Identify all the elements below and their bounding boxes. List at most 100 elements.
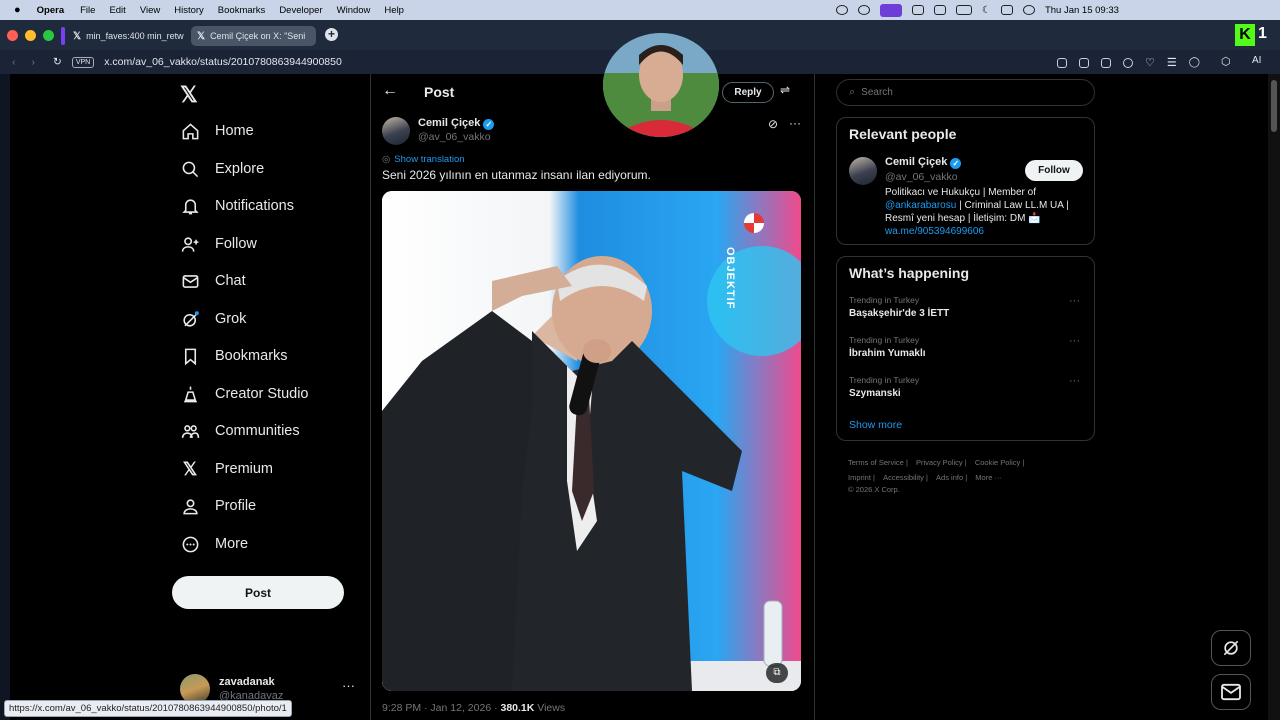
nav-home[interactable]: Home <box>180 113 254 149</box>
search-input[interactable] <box>861 87 1062 98</box>
clock[interactable]: Thu Jan 15 09:33 <box>1045 5 1119 16</box>
nav-premium[interactable]: 𝕏 Premium <box>180 451 273 487</box>
footer-separator: | <box>965 473 968 482</box>
trend-item[interactable]: Trending in Turkey Başakşehir'de 3 İETT … <box>837 295 1094 329</box>
menu-edit[interactable]: Edit <box>109 5 125 16</box>
profile-icon[interactable]: ◯ <box>1189 57 1200 68</box>
trend-name: İbrahim Yumaklı <box>849 348 926 359</box>
post-button[interactable]: Post <box>172 576 344 609</box>
heart-icon[interactable]: ♡ <box>1145 56 1155 69</box>
author-name-row[interactable]: Cemil Çiçek ✓ <box>418 117 495 130</box>
grok-analyze-icon[interactable]: ⊘ <box>768 117 778 131</box>
status-icon-2[interactable] <box>858 5 870 15</box>
footer-link-accessibility[interactable]: Accessibility <box>883 473 924 482</box>
menu-bookmarks[interactable]: Bookmarks <box>218 5 266 16</box>
follow-button[interactable]: Follow <box>1025 160 1083 181</box>
menu-help[interactable]: Help <box>384 5 404 16</box>
nav-notifications[interactable]: Notifications <box>180 188 294 224</box>
status-icon-3[interactable] <box>880 3 902 17</box>
footer-link-ads[interactable]: Ads info <box>936 473 963 482</box>
status-icon-5[interactable] <box>934 5 946 15</box>
show-more-link[interactable]: Show more <box>849 419 902 431</box>
close-window-button[interactable] <box>7 30 18 41</box>
bio-mention-link[interactable]: @ankarabarosu <box>885 200 956 211</box>
translate-row[interactable]: ◎ Show translation <box>382 154 465 165</box>
post-timestamp[interactable]: 9:28 PM · Jan 12, 2026 · <box>382 702 500 714</box>
person-avatar[interactable] <box>849 157 877 185</box>
menu-app-name[interactable]: Opera <box>37 5 64 16</box>
person-handle[interactable]: @av_06_vakko <box>885 171 958 183</box>
nav-communities[interactable]: Communities <box>180 413 300 449</box>
zoom-window-button[interactable] <box>43 30 54 41</box>
page-scrollbar-thumb[interactable] <box>1271 80 1277 132</box>
minimize-window-button[interactable] <box>25 30 36 41</box>
control-center-icon[interactable] <box>1000 5 1013 15</box>
trend-more-icon[interactable]: ··· <box>1069 295 1080 307</box>
new-tab-button[interactable]: + <box>325 28 338 41</box>
footer-link-cookie[interactable]: Cookie Policy <box>975 458 1020 467</box>
post-more-icon[interactable]: ··· <box>789 116 801 130</box>
footer-link-more[interactable]: More ··· <box>975 473 1002 482</box>
tool-icon-1[interactable] <box>1057 57 1067 68</box>
nav-grok[interactable]: Grok <box>180 301 246 337</box>
author-name[interactable]: Cemil Çiçek <box>418 117 480 129</box>
reply-button[interactable]: Reply <box>722 82 774 103</box>
nav-creator-studio[interactable]: Creator Studio <box>180 376 309 412</box>
menu-history[interactable]: History <box>174 5 204 16</box>
back-icon[interactable]: ‹ <box>12 56 16 68</box>
ai-button[interactable]: AI <box>1252 55 1261 66</box>
search-box[interactable]: ⌕ <box>836 79 1095 106</box>
nav-chat[interactable]: Chat <box>180 263 246 299</box>
post-photo[interactable]: OBJEKTIF ⧉ <box>382 191 801 691</box>
forward-icon[interactable]: › <box>32 56 36 68</box>
vpn-badge[interactable]: VPN <box>71 56 95 68</box>
extension-logo-icon[interactable]: K <box>1235 24 1255 46</box>
nav-follow[interactable]: Follow <box>180 226 257 262</box>
photo-alt-icon[interactable]: ⧉ <box>766 663 788 683</box>
apple-icon[interactable]: ● <box>14 4 21 16</box>
send-icon[interactable] <box>1123 57 1133 68</box>
footer-link-imprint[interactable]: Imprint <box>848 473 871 482</box>
shield-icon[interactable] <box>1101 57 1111 68</box>
x-logo-icon[interactable]: 𝕏 <box>180 82 198 108</box>
menu-developer[interactable]: Developer <box>279 5 322 16</box>
menu-view[interactable]: View <box>140 5 160 16</box>
page-scrollbar-track[interactable] <box>1268 74 1280 720</box>
battery-icon[interactable] <box>956 5 972 15</box>
nav-bookmarks[interactable]: Bookmarks <box>180 338 288 374</box>
grok-float-button[interactable] <box>1211 630 1251 666</box>
menu-icon[interactable]: ☰ <box>1167 56 1177 69</box>
status-icon-1[interactable] <box>836 5 848 15</box>
person-name[interactable]: Cemil Çiçek <box>885 156 947 168</box>
menu-file[interactable]: File <box>80 5 95 16</box>
messages-float-button[interactable] <box>1211 674 1251 710</box>
cube-icon[interactable]: ⬡ <box>1221 55 1231 68</box>
reload-icon[interactable]: ↻ <box>53 56 62 68</box>
status-icon-4[interactable] <box>912 5 924 15</box>
trend-more-icon[interactable]: ··· <box>1069 335 1080 347</box>
trend-item[interactable]: Trending in Turkey Szymanski ··· <box>837 375 1094 409</box>
author-avatar[interactable] <box>382 117 410 145</box>
extension-badge-icon[interactable]: 1 <box>1258 25 1267 43</box>
bio-link[interactable]: wa.me/905394699606 <box>885 226 984 237</box>
tab-search[interactable]: 𝕏 min_faves:400 min_retw <box>67 26 187 46</box>
footer-link-terms[interactable]: Terms of Service <box>848 458 904 467</box>
menu-window[interactable]: Window <box>337 5 371 16</box>
trend-item[interactable]: Trending in Turkey İbrahim Yumaklı ··· <box>837 335 1094 369</box>
tab-active-post[interactable]: 𝕏 Cemil Çiçek on X: "Seni <box>191 26 316 46</box>
trend-more-icon[interactable]: ··· <box>1069 375 1080 387</box>
person-name-row[interactable]: Cemil Çiçek ✓ <box>885 156 962 169</box>
post-settings-icon[interactable]: ⇌ <box>780 83 790 97</box>
moon-icon[interactable]: ☾ <box>982 5 991 16</box>
show-translation-link[interactable]: Show translation <box>394 154 464 165</box>
nav-more[interactable]: More <box>180 526 248 562</box>
camera-icon[interactable] <box>1079 57 1089 68</box>
nav-explore[interactable]: Explore <box>180 151 264 187</box>
back-arrow-icon[interactable]: ← <box>382 82 398 100</box>
user-icon[interactable] <box>1022 5 1035 15</box>
author-handle[interactable]: @av_06_vakko <box>418 131 491 143</box>
nav-profile[interactable]: Profile <box>180 488 256 524</box>
url-field[interactable]: x.com/av_06_vakko/status/201078086394490… <box>104 56 342 68</box>
account-more-icon[interactable]: ··· <box>342 678 355 693</box>
footer-link-privacy[interactable]: Privacy Policy <box>916 458 963 467</box>
